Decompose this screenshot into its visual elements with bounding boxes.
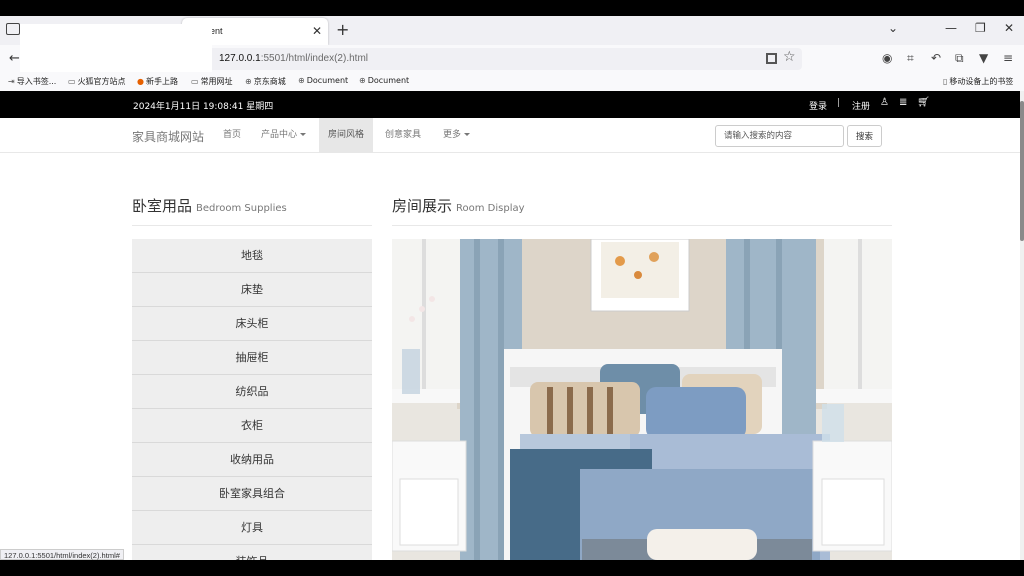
menu-icon[interactable]: ≡: [1003, 51, 1013, 65]
bookmark-common-sites[interactable]: ▭ 常用网址: [191, 76, 233, 87]
display-title-en: Room Display: [456, 203, 525, 214]
nav-home[interactable]: 首页: [214, 118, 250, 153]
top-info-bar: 2024年1月11日 19:08:41 星期四 登录 | 注册 ♙ ≣ 🛒︎: [0, 91, 1020, 118]
bookmark-jd[interactable]: ⊕ 京东商城: [245, 76, 286, 87]
user-icon[interactable]: ♙: [880, 97, 889, 108]
bookmark-getting-started[interactable]: ● 新手上路: [137, 76, 178, 87]
web-page: 2024年1月11日 19:08:41 星期四 登录 | 注册 ♙ ≣ 🛒︎ 家…: [0, 91, 1020, 560]
sidebar-title: 卧室用品 Bedroom Supplies: [132, 195, 287, 216]
site-brand[interactable]: 家具商城网站: [132, 128, 204, 145]
bookmark-import[interactable]: ⇥ 导入书签...: [8, 76, 56, 87]
divider: [132, 225, 372, 226]
mobile-icon: ▯: [943, 77, 948, 86]
firefox-icon: ●: [137, 77, 144, 86]
back-icon[interactable]: ←: [9, 51, 20, 66]
register-link[interactable]: 注册: [852, 99, 870, 112]
category-item-rug[interactable]: 地毯: [132, 239, 372, 273]
category-item-lighting[interactable]: 灯具: [132, 511, 372, 545]
import-icon: ⇥: [8, 77, 15, 86]
nav-creative-furniture[interactable]: 创意家具: [376, 118, 430, 153]
room-display-image: [392, 239, 892, 560]
new-tab-icon[interactable]: +: [336, 20, 349, 39]
caret-down-icon: [464, 133, 471, 136]
bookmark-label: 京东商城: [253, 77, 286, 86]
datetime-text: 2024年1月11日 19:08:41 星期四: [133, 102, 274, 112]
url-text: 127.0.0.1:5501/html/index(2).html: [219, 53, 368, 64]
bookmark-label: Document: [306, 76, 349, 85]
nav-room-style[interactable]: 房间风格: [319, 118, 374, 153]
bookmark-label: Document: [367, 76, 410, 85]
globe-icon: ⊕: [298, 76, 305, 85]
status-bar-url: 127.0.0.1:5501/html/index(2).html#: [0, 549, 124, 560]
divider: [392, 225, 892, 226]
search-input[interactable]: [715, 125, 844, 147]
mobile-bookmarks[interactable]: ▯ 移动设备上的书签: [943, 76, 1013, 87]
nav-label: 产品中心: [261, 130, 298, 140]
tab-overflow-icon[interactable]: ⌄: [888, 21, 898, 35]
category-item-storage[interactable]: 收纳用品: [132, 443, 372, 477]
bookmark-label: 移动设备上的书签: [949, 77, 1014, 86]
minimize-icon[interactable]: —: [945, 21, 957, 35]
main-navbar: 家具商城网站 首页 产品中心 房间风格 创意家具 更多 搜索: [0, 118, 1020, 153]
bookmark-label: 常用网址: [200, 77, 233, 86]
folder-icon: ▭: [68, 77, 76, 86]
category-item-bedroom-set[interactable]: 卧室家具组合: [132, 477, 372, 511]
bookmark-document-1[interactable]: ⊕ Document: [298, 76, 348, 85]
bookmark-label: 火狐官方站点: [77, 77, 126, 86]
nav-label: 更多: [443, 130, 462, 140]
vpn-icon[interactable]: ▼: [979, 51, 988, 65]
undo-icon[interactable]: ↶: [931, 51, 941, 65]
bookmark-document-2[interactable]: ⊕ Document: [359, 76, 409, 85]
window-close-icon[interactable]: ✕: [1004, 21, 1014, 35]
tab-list-icon[interactable]: [6, 23, 20, 35]
globe-icon: ⊕: [245, 77, 252, 86]
qr-code-icon[interactable]: [766, 53, 777, 64]
category-item-nightstand[interactable]: 床头柜: [132, 307, 372, 341]
bookmark-star-icon[interactable]: ☆: [783, 49, 796, 65]
category-item-decor[interactable]: 装饰品: [132, 545, 372, 560]
cart-icon[interactable]: 🛒︎: [917, 97, 930, 108]
redacted-area: [20, 24, 212, 72]
category-item-drawer-cabinet[interactable]: 抽屉柜: [132, 341, 372, 375]
sidebar-title-cn: 卧室用品: [132, 197, 193, 215]
folder-icon: ▭: [191, 77, 199, 86]
category-item-mattress[interactable]: 床垫: [132, 273, 372, 307]
category-list: 地毯 床垫 床头柜 抽屉柜 纺织品 衣柜 收纳用品 卧室家具组合 灯具 装饰品: [132, 239, 372, 560]
nav-product-center[interactable]: 产品中心: [252, 118, 315, 153]
close-icon[interactable]: ✕: [312, 18, 322, 45]
url-bar[interactable]: 127.0.0.1:5501/html/index(2).html ☆: [206, 48, 802, 70]
bookmarks-bar: ⇥ 导入书签... ▭ 火狐官方站点 ● 新手上路 ▭ 常用网址 ⊕ 京东商城 ⊕ Docu…: [0, 73, 1024, 91]
bookmark-label: 导入书签...: [16, 77, 57, 86]
category-item-textiles[interactable]: 纺织品: [132, 375, 372, 409]
screen-frame: ent ✕ + ⌄ — ❐ ✕ ← 127.0.0.1:5501/html/in…: [0, 0, 1024, 576]
account-icon[interactable]: ◉: [882, 51, 892, 65]
sidebar-title-en: Bedroom Supplies: [196, 203, 287, 214]
display-title-cn: 房间展示: [392, 197, 453, 215]
login-link[interactable]: 登录: [809, 99, 827, 112]
bookmark-label: 新手上路: [145, 77, 178, 86]
category-item-wardrobe[interactable]: 衣柜: [132, 409, 372, 443]
search-button[interactable]: 搜索: [847, 125, 882, 147]
globe-icon: ⊕: [359, 76, 366, 85]
restore-icon[interactable]: ❐: [975, 21, 986, 35]
display-title: 房间展示 Room Display: [392, 195, 525, 216]
list-icon[interactable]: ≣: [899, 97, 907, 108]
caret-down-icon: [300, 133, 307, 136]
bedroom-photo: [392, 239, 892, 560]
browser-window: ent ✕ + ⌄ — ❐ ✕ ← 127.0.0.1:5501/html/in…: [0, 16, 1024, 560]
url-path: :5501/html/index(2).html: [260, 53, 368, 64]
nav-more[interactable]: 更多: [434, 118, 479, 153]
extensions-icon[interactable]: ⧉: [955, 51, 964, 66]
divider: |: [837, 98, 841, 108]
url-host: 127.0.0.1: [219, 53, 261, 64]
scrollbar-thumb[interactable]: [1020, 101, 1024, 241]
bookmark-firefox-site[interactable]: ▭ 火狐官方站点: [68, 76, 126, 87]
crop-icon[interactable]: ⌗: [907, 51, 914, 66]
